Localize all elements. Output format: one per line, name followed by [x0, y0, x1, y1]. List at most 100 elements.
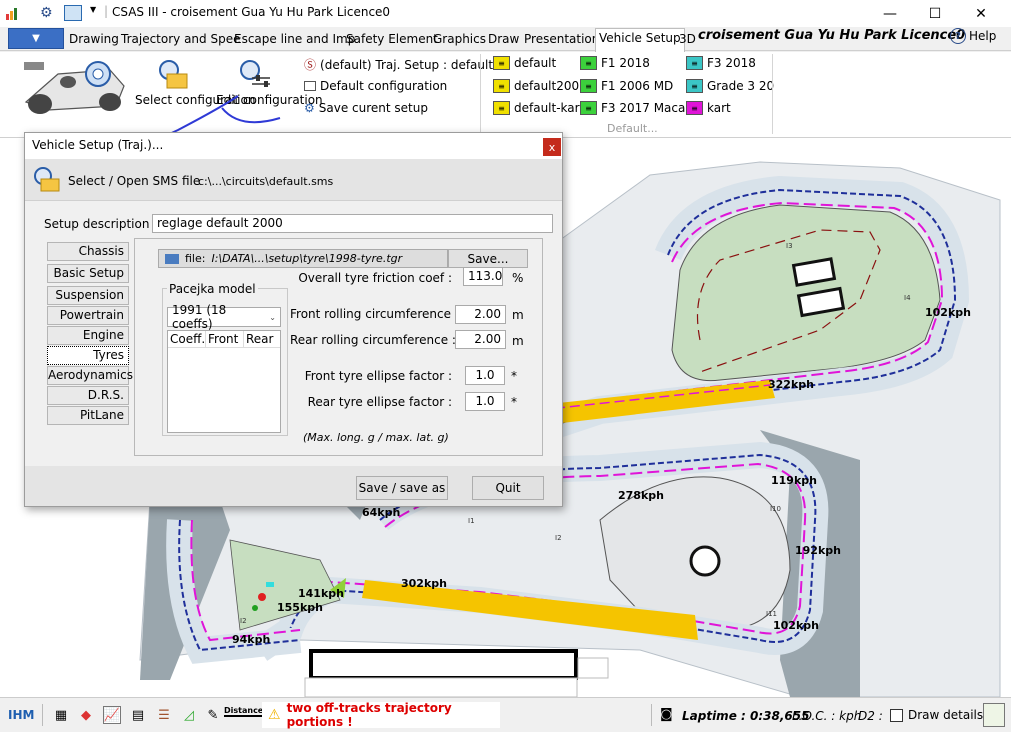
preset-label: F3 2018 [707, 56, 756, 70]
ribbon-separator [480, 54, 481, 134]
circuit-title: croisement Gua Yu Hu Park Licence0 [698, 28, 966, 43]
checkbox-icon [890, 708, 903, 722]
preset-label: default200 [514, 79, 580, 93]
folder-open-icon [165, 253, 179, 264]
preset-grade3[interactable]: ≡ Grade 3 20 [686, 79, 774, 93]
triangle-icon[interactable]: ◿ [180, 706, 198, 724]
rear-ellipse-input[interactable]: 1.0 [465, 392, 505, 411]
tab-presentation[interactable]: Presentation [521, 30, 602, 51]
preset-label: F3 2017 Macau [601, 101, 693, 115]
pacejka-value: 1991 (18 coeffs) [172, 303, 227, 331]
maximize-button[interactable]: ☐ [912, 0, 958, 27]
close-window-button[interactable]: ✕ [958, 0, 1004, 27]
setup-description-input[interactable]: reglage default 2000 [152, 214, 553, 233]
dialog-close-button[interactable]: x [543, 138, 561, 156]
settings-icon[interactable]: ⚙ [40, 5, 53, 21]
warning-panel: ⚠ two off-tracks trajectory portions ! [262, 701, 500, 729]
side-tab-suspension[interactable]: Suspension [47, 286, 129, 305]
friction-input[interactable]: 113.0 [463, 267, 503, 286]
tab-safety-element[interactable]: Safety Element [343, 30, 441, 51]
speed-label: 94kph [232, 633, 271, 646]
map-icon[interactable] [64, 5, 82, 21]
tab-3d[interactable]: 3D [676, 30, 699, 51]
speed-label: 302kph [401, 577, 447, 590]
side-tab-chassis[interactable]: Chassis [47, 242, 129, 261]
pencil-icon[interactable]: ✎ [204, 706, 222, 724]
preset-default-kart[interactable]: ≡ default-kart [493, 101, 584, 115]
side-tab-aerodynamics[interactable]: Aerodynamics [47, 366, 133, 385]
preset-f1-2006[interactable]: ≡ F1 2006 MD [580, 79, 673, 93]
config-icon [304, 81, 316, 91]
turn-label: I1 [468, 517, 475, 525]
default-configuration-item[interactable]: Default configuration [304, 79, 447, 93]
tab-trajectory[interactable]: Trajectory and Spee [118, 30, 243, 51]
minimize-button[interactable]: — [867, 0, 913, 27]
preset-label: kart [707, 101, 731, 115]
front-ellipse-input[interactable]: 1.0 [465, 366, 505, 385]
ihm-label: IHM [8, 708, 35, 722]
side-tab-pitlane[interactable]: PitLane [47, 406, 129, 425]
side-tab-powertrain[interactable]: Powertrain [47, 306, 129, 325]
save-setup-label: Save curent setup [318, 101, 428, 115]
layers-icon[interactable]: ▦ [52, 706, 70, 724]
rear-rolling-input[interactable]: 2.00 [455, 330, 506, 349]
chart-icon[interactable]: 📈 [103, 706, 121, 724]
preset-f1-2018[interactable]: ≡ F1 2018 [580, 56, 650, 70]
tab-escape-line[interactable]: Escape line and Imp [231, 30, 358, 51]
preset-default200[interactable]: ≡ default200 [493, 79, 579, 93]
save-as-button[interactable]: Save / save as [356, 476, 448, 500]
select-configuration-button[interactable]: Select configuration [135, 56, 255, 122]
tab-graphics[interactable]: Graphics [430, 30, 489, 51]
save-setup-item[interactable]: ⚙ Save curent setup [304, 101, 428, 115]
traj-setup-item[interactable]: Ⓢ (default) Traj. Setup : default [304, 56, 493, 73]
preset-swatch-icon: ≡ [493, 79, 510, 93]
help-button[interactable]: ? Help [950, 28, 996, 44]
speed-label: 322kph [768, 378, 814, 391]
front-rolling-input[interactable]: 2.00 [455, 305, 506, 324]
front-col-header[interactable]: Front [206, 331, 244, 347]
setup-description-label: Setup description : [44, 217, 158, 231]
grid-icon[interactable]: ▤ [129, 706, 147, 724]
quit-button[interactable]: Quit [472, 476, 544, 500]
dropdown-icon[interactable]: ▼ [90, 5, 96, 14]
pacejka-label: Pacejka model [167, 282, 258, 296]
side-tab-drs[interactable]: D.R.S. [47, 386, 129, 405]
tyre-save-button[interactable]: Save... [448, 249, 528, 268]
front-rolling-unit: m [512, 308, 524, 322]
speed-label: 119kph [771, 474, 817, 487]
draw-details-checkbox[interactable]: Draw details [890, 708, 983, 722]
preset-default[interactable]: ≡ default [493, 56, 556, 70]
side-tab-engine[interactable]: Engine [47, 326, 129, 345]
preset-f3-2017[interactable]: ≡ F3 2017 Macau [580, 101, 693, 115]
side-tab-tyres[interactable]: Tyres [47, 346, 129, 365]
ribbon-separator [772, 54, 773, 134]
distance-icon[interactable]: Distance [224, 706, 264, 717]
rear-col-header[interactable]: Rear [244, 331, 280, 347]
preset-label: default-kart [514, 101, 585, 115]
tab-draw[interactable]: Draw [485, 30, 522, 51]
file-menu-button[interactable]: ▼ [8, 28, 64, 49]
coeff-table[interactable]: Coeff. Front Rear [167, 330, 281, 433]
warning-icon: ⚠ [268, 707, 281, 723]
status-separator [42, 704, 43, 726]
side-tab-basic-setup[interactable]: Basic Setup [47, 264, 129, 283]
rear-ellipse-unit: * [511, 395, 517, 409]
ribbon-group-caption: Default... [607, 122, 658, 135]
friction-label: Overall tyre friction coef : [298, 271, 452, 285]
preset-kart[interactable]: ≡ kart [686, 101, 731, 115]
edit-configuration-button[interactable]: Edit configuration [216, 56, 323, 122]
tyre-file-button[interactable]: file: I:\DATA\...\setup\tyre\1998-tyre.t… [158, 249, 448, 268]
tab-vehicle-setup[interactable]: Vehicle Setup [595, 28, 685, 52]
turn-label: I2 [555, 534, 562, 542]
tab-drawing[interactable]: Drawing [66, 30, 122, 51]
preset-f3-2018[interactable]: ≡ F3 2018 [686, 56, 756, 70]
open-sms-button[interactable]: Select / Open SMS file [32, 165, 200, 196]
cube-icon[interactable]: ◆ [77, 706, 95, 724]
title-bar: ⚙ ▼ | CSAS III - croisement Gua Yu Hu Pa… [0, 0, 1011, 27]
coeff-col-header[interactable]: Coeff. [168, 331, 206, 347]
speed-label: 141kph [298, 587, 344, 600]
front-ellipse-label: Front tyre ellipse factor : [304, 369, 452, 383]
details-panel-icon[interactable] [983, 703, 1005, 727]
stack-icon[interactable]: ☰ [155, 706, 173, 724]
pacejka-select[interactable]: 1991 (18 coeffs) ⌄ [167, 303, 281, 331]
